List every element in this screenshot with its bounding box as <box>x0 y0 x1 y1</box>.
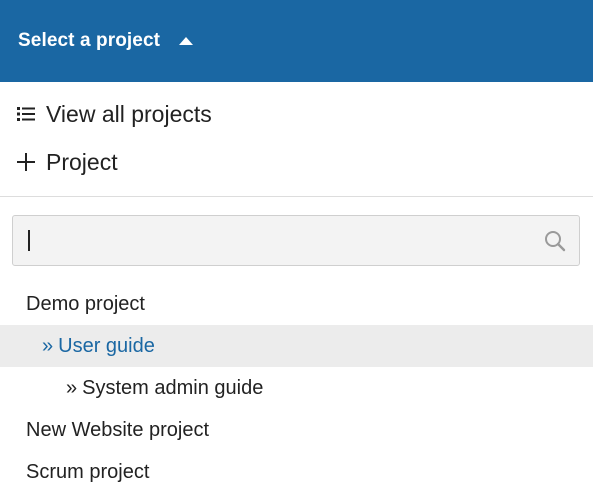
project-item-label: System admin guide <box>82 376 264 399</box>
project-item-label: Scrum project <box>26 460 150 483</box>
list-icon <box>16 104 36 124</box>
new-project-link[interactable]: Project <box>0 140 593 184</box>
subproject-marker: » <box>42 334 54 357</box>
project-item-label: New Website project <box>26 418 210 441</box>
project-item-label: User guide <box>58 334 155 357</box>
project-item-label: Demo project <box>26 292 145 315</box>
search-icon[interactable] <box>543 229 567 253</box>
project-search-box <box>12 215 580 266</box>
view-all-projects-label: View all projects <box>46 100 212 127</box>
caret-up-icon <box>179 36 194 45</box>
project-selector-title: Select a project <box>18 30 161 51</box>
project-item-user-guide[interactable]: » User guide <box>0 325 593 367</box>
project-selector-toggle[interactable]: Select a project <box>0 0 593 82</box>
project-item-demo-project[interactable]: Demo project <box>0 283 593 325</box>
text-caret <box>28 230 30 251</box>
project-item-new-website-project[interactable]: New Website project <box>0 409 593 451</box>
subproject-marker: » <box>66 376 78 399</box>
project-search-input[interactable] <box>13 216 533 265</box>
new-project-label: Project <box>46 148 118 175</box>
project-item-scrum-project[interactable]: Scrum project <box>0 451 593 493</box>
view-all-projects-link[interactable]: View all projects <box>0 92 593 136</box>
project-item-system-admin-guide[interactable]: » System admin guide <box>0 367 593 409</box>
plus-icon <box>16 152 36 172</box>
menu-divider <box>0 196 593 197</box>
